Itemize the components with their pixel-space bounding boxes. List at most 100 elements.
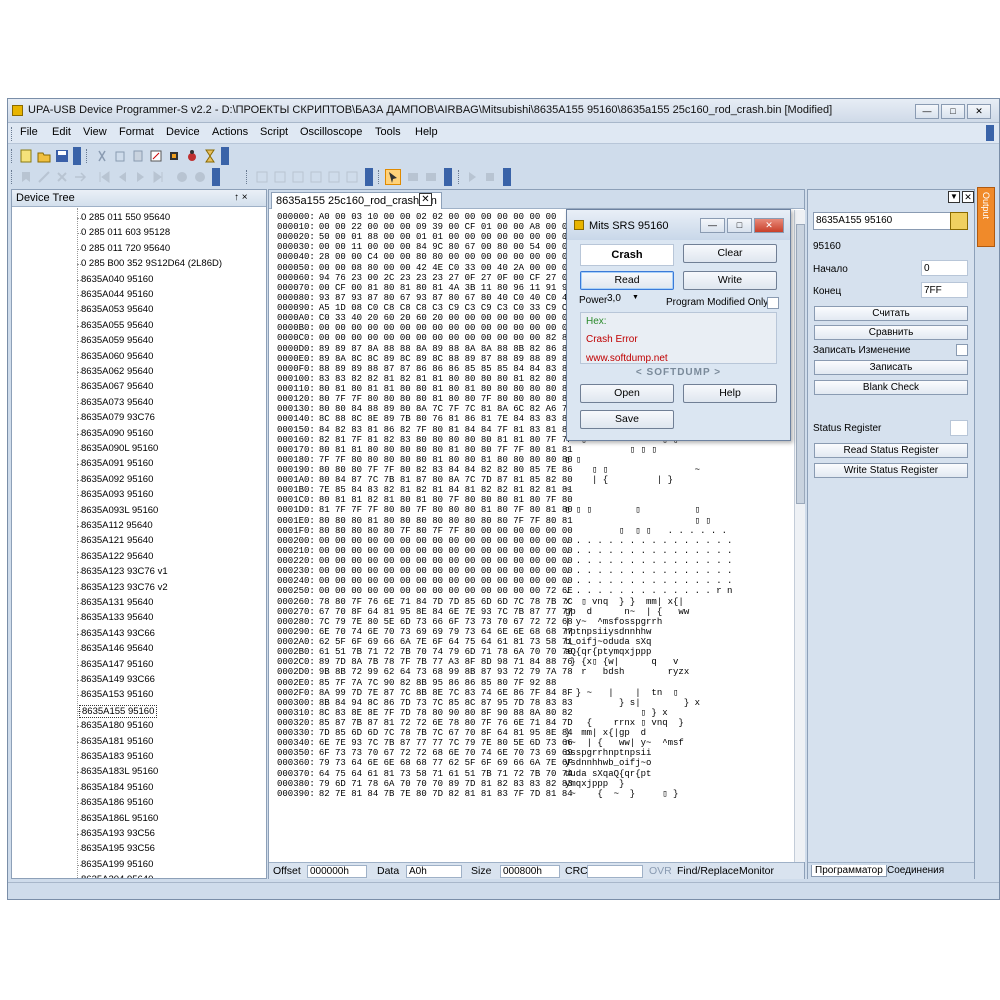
tree-item[interactable]: 0 285 B00 352 9S12D64 (2L86D) bbox=[12, 256, 266, 271]
program-modified-checkbox[interactable] bbox=[767, 297, 779, 309]
first-icon[interactable] bbox=[96, 169, 112, 185]
goto-icon[interactable] bbox=[72, 169, 88, 185]
tree-item[interactable]: 8635A153 95160 bbox=[12, 687, 266, 702]
export-icon[interactable] bbox=[423, 169, 439, 185]
toolbar-overflow-5[interactable] bbox=[444, 168, 452, 186]
tree-item[interactable]: 8635A123 93C76 v1 bbox=[12, 564, 266, 579]
new-file-icon[interactable] bbox=[18, 148, 34, 164]
tree-item[interactable]: 8635A123 93C76 v2 bbox=[12, 580, 266, 595]
chip-icon[interactable] bbox=[166, 148, 182, 164]
add-icon[interactable] bbox=[174, 169, 190, 185]
tree-item[interactable]: 8635A180 95160 bbox=[12, 718, 266, 733]
tree-item[interactable]: 8635A093 95160 bbox=[12, 487, 266, 502]
device-select[interactable]: 8635A155 95160 ▼ bbox=[813, 212, 968, 230]
tree-item[interactable]: 8635A067 95640 bbox=[12, 379, 266, 394]
tree-item[interactable]: 8635A184 95160 bbox=[12, 780, 266, 795]
stop-icon[interactable] bbox=[482, 169, 498, 185]
view-list-icon[interactable] bbox=[308, 169, 324, 185]
end-address-input[interactable]: 7FF bbox=[921, 282, 968, 298]
tree-item[interactable]: 8635A199 95160 bbox=[12, 857, 266, 872]
menu-help[interactable]: Help bbox=[415, 126, 438, 138]
paste-icon[interactable] bbox=[130, 148, 146, 164]
panel-close-icon[interactable]: ✕ bbox=[962, 191, 974, 203]
bug-icon[interactable] bbox=[184, 148, 200, 164]
monitor-link[interactable]: Monitor bbox=[739, 865, 774, 877]
menu-device[interactable]: Device bbox=[166, 126, 200, 138]
hex-scrollbar[interactable] bbox=[794, 210, 805, 862]
view-text-icon[interactable] bbox=[272, 169, 288, 185]
dialog-help-button[interactable]: Help bbox=[683, 384, 777, 403]
toolbar-overflow-3[interactable] bbox=[212, 168, 220, 186]
tree-item[interactable]: 8635A149 93C66 bbox=[12, 672, 266, 687]
tree-item[interactable]: 0 285 011 550 95640 bbox=[12, 210, 266, 225]
tree-item[interactable]: 8635A059 95640 bbox=[12, 333, 266, 348]
delete-icon[interactable] bbox=[54, 169, 70, 185]
tree-item[interactable]: 8635A147 95160 bbox=[12, 657, 266, 672]
pin-close-icons[interactable]: ↑ × bbox=[234, 192, 248, 203]
tree-item[interactable]: 8635A044 95160 bbox=[12, 287, 266, 302]
dialog-close-button[interactable]: ✕ bbox=[754, 218, 784, 233]
find-replace-link[interactable]: Find/Replace bbox=[677, 865, 739, 877]
tree-item[interactable]: 8635A091 95160 bbox=[12, 456, 266, 471]
tree-item[interactable]: 8635A131 95640 bbox=[12, 595, 266, 610]
open-folder-icon[interactable] bbox=[36, 148, 52, 164]
scrollbar-thumb[interactable] bbox=[796, 224, 805, 504]
tree-item[interactable]: 8635A112 95640 bbox=[12, 518, 266, 533]
tree-item[interactable]: 8635A121 95640 bbox=[12, 533, 266, 548]
tree-item[interactable]: 8635A073 95640 bbox=[12, 395, 266, 410]
read-button[interactable]: Считать bbox=[814, 306, 968, 321]
toolbar-overflow-1[interactable] bbox=[73, 147, 81, 165]
menu-edit[interactable]: Edit bbox=[52, 126, 71, 138]
write-button[interactable]: Записать bbox=[814, 360, 968, 375]
format-icon[interactable] bbox=[36, 169, 52, 185]
tree-item[interactable]: 8635A183L 95160 bbox=[12, 764, 266, 779]
compare-button[interactable]: Сравнить bbox=[814, 325, 968, 340]
tab-connections[interactable]: Соединения bbox=[884, 865, 947, 876]
tree-item[interactable]: 8635A060 95640 bbox=[12, 349, 266, 364]
copy-icon[interactable] bbox=[112, 148, 128, 164]
toolbar-overflow-4[interactable] bbox=[365, 168, 373, 186]
run-icon[interactable] bbox=[464, 169, 480, 185]
tree-item[interactable]: 8635A062 95640 bbox=[12, 364, 266, 379]
play-icon[interactable] bbox=[132, 169, 148, 185]
menu-file[interactable]: File bbox=[20, 126, 38, 138]
tree-item[interactable]: 8635A146 95640 bbox=[12, 641, 266, 656]
tree-item[interactable]: 8635A193 93C56 bbox=[12, 826, 266, 841]
menu-script[interactable]: Script bbox=[260, 126, 288, 138]
status-register-input[interactable] bbox=[950, 420, 968, 436]
menu-tools[interactable]: Tools bbox=[375, 126, 401, 138]
toolbar-overflow-2[interactable] bbox=[221, 147, 229, 165]
tree-item[interactable]: 8635A040 95160 bbox=[12, 272, 266, 287]
tree-item[interactable]: 8635A195 93C56 bbox=[12, 841, 266, 856]
menu-overflow-button[interactable] bbox=[986, 125, 994, 141]
tree-item[interactable]: 8635A090L 95160 bbox=[12, 441, 266, 456]
write-change-checkbox[interactable] bbox=[956, 344, 968, 356]
select-cursor-icon[interactable] bbox=[385, 169, 401, 185]
dialog-save-button[interactable]: Save bbox=[580, 410, 674, 429]
menu-actions[interactable]: Actions bbox=[212, 126, 248, 138]
bookmark-icon[interactable] bbox=[18, 169, 34, 185]
prev-icon[interactable] bbox=[114, 169, 130, 185]
view-grid-icon[interactable] bbox=[326, 169, 342, 185]
close-button[interactable]: ✕ bbox=[967, 104, 991, 119]
minimize-button[interactable]: — bbox=[915, 104, 939, 119]
dialog-write-button[interactable]: Write bbox=[683, 271, 777, 290]
tree-item[interactable]: 8635A204 95640 bbox=[12, 872, 266, 878]
view-table-icon[interactable] bbox=[344, 169, 360, 185]
tree-item[interactable]: 8635A133 95640 bbox=[12, 610, 266, 625]
write-status-register-button[interactable]: Write Status Register bbox=[814, 463, 968, 478]
toolbar-overflow-6[interactable] bbox=[503, 168, 511, 186]
edit-icon[interactable] bbox=[148, 148, 164, 164]
editor-tab[interactable]: 8635a155 25c160_rod_crash.bin bbox=[271, 192, 442, 209]
tree-item[interactable]: 8635A079 93C76 bbox=[12, 410, 266, 425]
tree-item[interactable]: 0 285 011 603 95128 bbox=[12, 225, 266, 240]
cut-icon[interactable] bbox=[94, 148, 110, 164]
dialog-read-button[interactable]: Read bbox=[580, 271, 674, 290]
dialog-minimize-button[interactable]: — bbox=[700, 218, 725, 233]
tree-item[interactable]: 8635A090 95160 bbox=[12, 426, 266, 441]
tree-item[interactable]: 8635A092 95160 bbox=[12, 472, 266, 487]
power-select[interactable]: 3,0 ▼ bbox=[607, 293, 641, 307]
view-split-icon[interactable] bbox=[290, 169, 306, 185]
tree-item[interactable]: 8635A055 95640 bbox=[12, 318, 266, 333]
device-action-icon[interactable] bbox=[950, 212, 968, 230]
